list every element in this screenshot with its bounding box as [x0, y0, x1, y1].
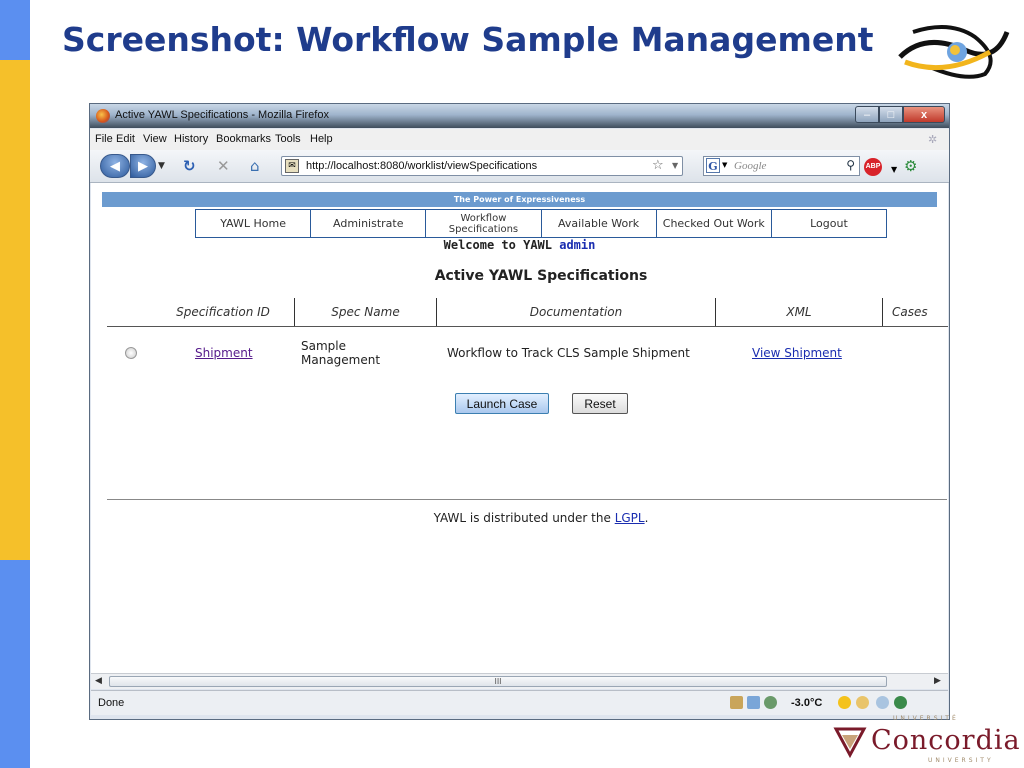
mail-icon[interactable]	[747, 696, 760, 709]
adblock-icon[interactable]: ABP	[864, 158, 882, 176]
download-icon[interactable]	[730, 696, 743, 709]
concordia-top-text: UNIVERSITÉ	[893, 715, 959, 722]
header-documentation: Documentation	[529, 305, 623, 319]
scroll-thumb[interactable]: III	[109, 676, 887, 687]
minimize-button[interactable]: –	[855, 106, 879, 123]
nav-workflow-specifications[interactable]: Workflow Specifications	[426, 210, 542, 237]
search-input[interactable]: Google	[734, 160, 766, 172]
partly-cloudy-icon	[856, 696, 869, 709]
address-bar[interactable]: ✉ http://localhost:8080/worklist/viewSpe…	[281, 156, 683, 176]
engine-dropdown-icon[interactable]: ▼	[722, 161, 727, 169]
addon-status-icon[interactable]	[894, 696, 907, 709]
spec-id-link[interactable]: Shipment	[195, 346, 253, 360]
menu-edit[interactable]: Edit	[116, 133, 135, 145]
username: admin	[559, 238, 596, 252]
table-row: Shipment Sample Management Workflow to T…	[107, 336, 947, 372]
search-icon[interactable]: ⚲	[846, 158, 855, 172]
reload-icon[interactable]: ↻	[183, 157, 196, 175]
spec-radio[interactable]	[125, 347, 137, 359]
yawl-logo	[898, 25, 1010, 79]
throbber-icon: ✲	[928, 134, 938, 146]
cloud-icon	[876, 696, 889, 709]
footer-text: YAWL is distributed under the	[433, 511, 611, 525]
header-cases: Cases	[892, 305, 928, 319]
spec-name: Sample Management	[301, 339, 381, 367]
temperature: -3.0°C	[791, 697, 823, 709]
nav-logout[interactable]: Logout	[772, 210, 886, 237]
welcome-text: Welcome to YAWL	[443, 238, 552, 252]
url-text: http://localhost:8080/worklist/viewSpeci…	[306, 160, 538, 172]
header-spec-name: Spec Name	[331, 305, 400, 319]
menu-help[interactable]: Help	[310, 133, 333, 145]
header-specification-id: Specification ID	[176, 305, 270, 319]
spec-documentation: Workflow to Track CLS Sample Shipment	[447, 346, 690, 360]
menu-view[interactable]: View	[143, 133, 167, 145]
adblock-dropdown-icon[interactable]: ▼	[891, 161, 897, 179]
reset-button[interactable]: Reset	[572, 393, 628, 414]
back-arrow-icon: ◀	[110, 158, 120, 174]
menu-history[interactable]: History	[174, 133, 208, 145]
concordia-wordmark: Concordia	[871, 725, 1021, 756]
lgpl-link[interactable]: LGPL	[615, 511, 645, 525]
forward-button[interactable]: ▶	[130, 154, 156, 178]
page-heading: Active YAWL Specifications	[434, 268, 648, 284]
stop-icon[interactable]: ✕	[217, 157, 230, 175]
title-bar[interactable]: Active YAWL Specifications - Mozilla Fir…	[90, 104, 949, 128]
horizontal-scrollbar[interactable]: ◀ III ▶	[91, 673, 948, 689]
firefox-icon	[96, 109, 110, 123]
search-box[interactable]: G ▼ Google ⚲	[703, 156, 860, 176]
close-button[interactable]: x	[903, 106, 945, 123]
view-xml-link[interactable]: View Shipment	[752, 346, 842, 360]
scroll-left-icon[interactable]: ◀	[95, 676, 102, 686]
status-text: Done	[98, 697, 125, 709]
yawl-nav: YAWL Home Administrate Workflow Specific…	[195, 209, 887, 238]
page-favicon-icon: ✉	[285, 159, 299, 173]
menu-tools[interactable]: Tools	[275, 133, 301, 145]
concordia-logo: UNIVERSITÉ Concordia UNIVERSITY	[833, 715, 1020, 765]
nav-administrate[interactable]: Administrate	[311, 210, 427, 237]
nav-yawl-home[interactable]: YAWL Home	[196, 210, 312, 237]
forward-arrow-icon: ▶	[138, 158, 148, 174]
window-title: Active YAWL Specifications - Mozilla Fir…	[115, 109, 329, 121]
maximize-button[interactable]: □	[879, 106, 903, 123]
concordia-crest-icon	[833, 727, 867, 759]
google-icon: G	[706, 158, 720, 173]
footer-divider	[107, 499, 947, 500]
slide-side-stripe	[0, 0, 30, 768]
globe-icon[interactable]	[764, 696, 777, 709]
footer-period: .	[644, 511, 649, 525]
back-button[interactable]: ◀	[100, 154, 130, 178]
browser-window: Active YAWL Specifications - Mozilla Fir…	[89, 103, 950, 720]
scroll-right-icon[interactable]: ▶	[934, 676, 941, 686]
menu-bar: File Edit View History Bookmarks Tools H…	[90, 129, 949, 150]
sun-icon	[838, 696, 851, 709]
nav-checked-out-work[interactable]: Checked Out Work	[657, 210, 772, 237]
nav-available-work[interactable]: Available Work	[542, 210, 657, 237]
navigation-toolbar: ◀ ▶ ▼ ↻ ✕ ⌂ ✉ http://localhost:8080/work…	[90, 150, 949, 183]
menu-bookmarks[interactable]: Bookmarks	[216, 133, 271, 145]
url-dropdown-icon[interactable]: ▼	[672, 161, 678, 170]
addon-icon[interactable]: ⚙	[904, 157, 917, 175]
status-bar: Done -3.0°C	[91, 690, 948, 715]
history-dropdown-icon[interactable]: ▼	[158, 157, 165, 175]
bookmark-star-icon[interactable]: ☆	[652, 158, 664, 173]
page-content: The Power of Expressiveness YAWL Home Ad…	[91, 183, 948, 673]
footer: YAWL is distributed under the LGPL.	[91, 511, 948, 525]
table-header: Specification ID Spec Name Documentation…	[107, 298, 948, 327]
launch-case-button[interactable]: Launch Case	[455, 393, 549, 414]
yawl-banner: The Power of Expressiveness	[102, 192, 937, 207]
header-xml: XML	[786, 305, 812, 319]
menu-file[interactable]: File	[95, 133, 113, 145]
welcome-line: Welcome to YAWL admin	[91, 238, 948, 252]
concordia-bottom-text: UNIVERSITY	[928, 757, 994, 764]
slide-title: Screenshot: Workflow Sample Management	[62, 20, 874, 59]
home-icon[interactable]: ⌂	[250, 157, 260, 175]
